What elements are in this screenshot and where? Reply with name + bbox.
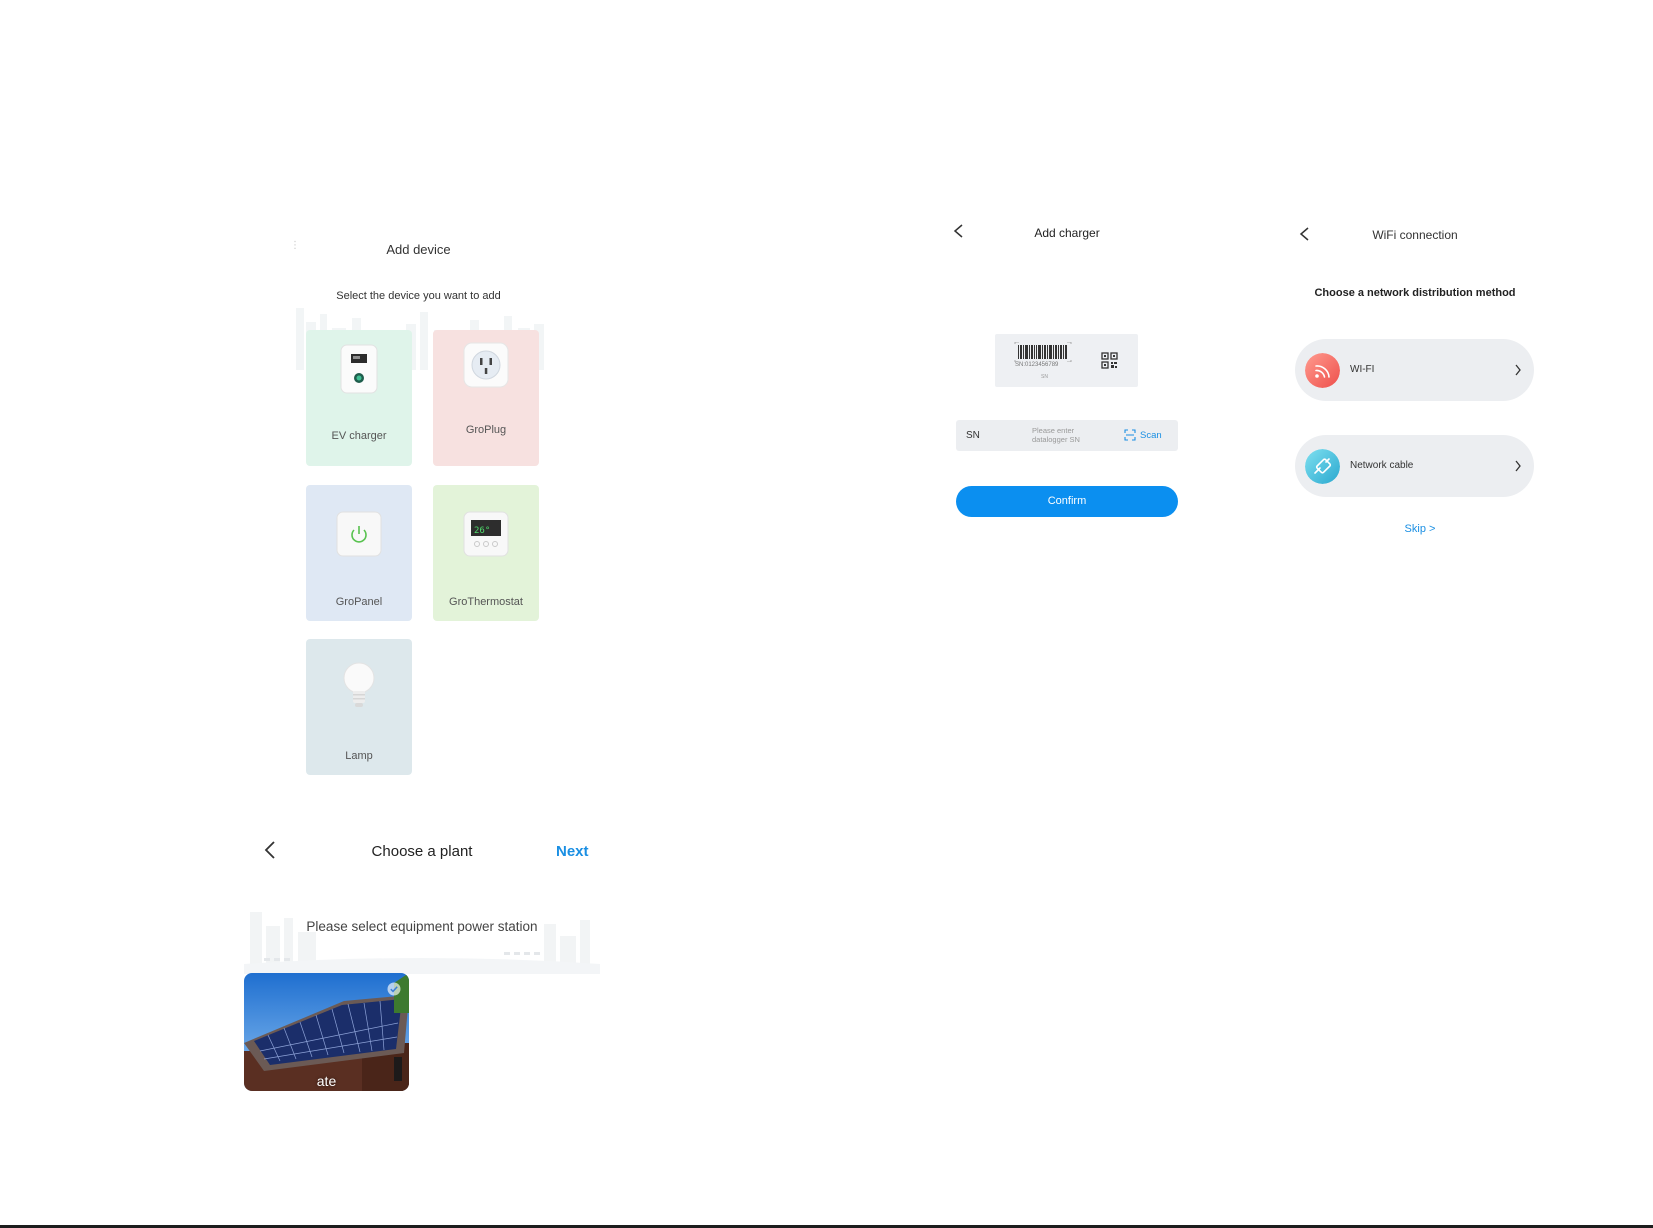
plug-icon [463, 342, 509, 388]
svg-text:26°: 26° [474, 526, 490, 536]
thermostat-icon: 26° [463, 511, 509, 557]
device-label: EV charger [331, 430, 387, 442]
page-title: WiFi connection [1372, 228, 1458, 242]
page-subtitle: Choose a network distribution method [1314, 287, 1516, 299]
device-label: GroPanel [335, 596, 383, 608]
scan-button[interactable]: Scan [1124, 429, 1162, 441]
device-tile-lamp[interactable]: Lamp [306, 639, 412, 775]
back-arrow-icon[interactable] [262, 840, 280, 860]
page-title: Add charger [1034, 226, 1100, 240]
sample-sn-text: SN:0123456789 [1015, 362, 1059, 368]
wifi-icon [1305, 353, 1340, 388]
wifi-method-option[interactable]: WI-FI [1295, 339, 1534, 401]
plant-name: ate [316, 1073, 337, 1089]
skip-button[interactable]: Skip > [1390, 523, 1450, 535]
sn-label: SN [966, 430, 980, 441]
ev-charger-icon [340, 344, 378, 394]
sn-input[interactable]: SN Please enter datalogger SN Scan [956, 420, 1178, 451]
back-arrow-icon[interactable] [1298, 226, 1312, 242]
sn-placeholder: Please enter datalogger SN [1032, 426, 1080, 444]
next-button[interactable]: Next [556, 843, 589, 860]
device-tile-groplug[interactable]: GroPlug [433, 330, 539, 466]
bulb-icon [343, 662, 375, 707]
device-label: GroThermostat [449, 596, 523, 608]
method-label: Network cable [1350, 460, 1414, 471]
chevron-right-icon [1515, 460, 1521, 472]
device-label: GroPlug [465, 424, 507, 436]
selected-check-icon [387, 982, 401, 996]
sample-sn-caption: SN [1041, 374, 1048, 380]
scan-label: Scan [1140, 429, 1162, 441]
cable-icon [1305, 449, 1340, 484]
back-arrow-icon[interactable] [952, 223, 966, 239]
network-cable-method-option[interactable]: Network cable [1295, 435, 1534, 497]
scan-icon [1124, 429, 1136, 441]
sample-sn-label: SN:0123456789 SN [995, 334, 1138, 387]
plant-card[interactable]: ate [244, 973, 409, 1091]
city-skyline-decoration [244, 912, 600, 974]
page-title: Choose a plant [371, 843, 473, 860]
device-tile-ev-charger[interactable]: EV charger [306, 330, 412, 466]
device-label: Lamp [345, 750, 373, 762]
page-subtitle: Please select equipment power station [306, 919, 538, 934]
qr-code-icon [1101, 352, 1118, 369]
method-label: WI-FI [1350, 364, 1375, 375]
barcode-icon [1014, 342, 1072, 362]
confirm-button[interactable]: Confirm [956, 486, 1178, 517]
power-panel-icon [336, 511, 382, 557]
device-tile-grothermostat[interactable]: 26° GroThermostat [433, 485, 539, 621]
page-subtitle: Select the device you want to add [336, 290, 501, 302]
device-tile-gropanel[interactable]: GroPanel [306, 485, 412, 621]
page-title: Add device [386, 242, 451, 257]
more-dots-icon: ⋮ [290, 240, 300, 251]
chevron-right-icon [1515, 364, 1521, 376]
